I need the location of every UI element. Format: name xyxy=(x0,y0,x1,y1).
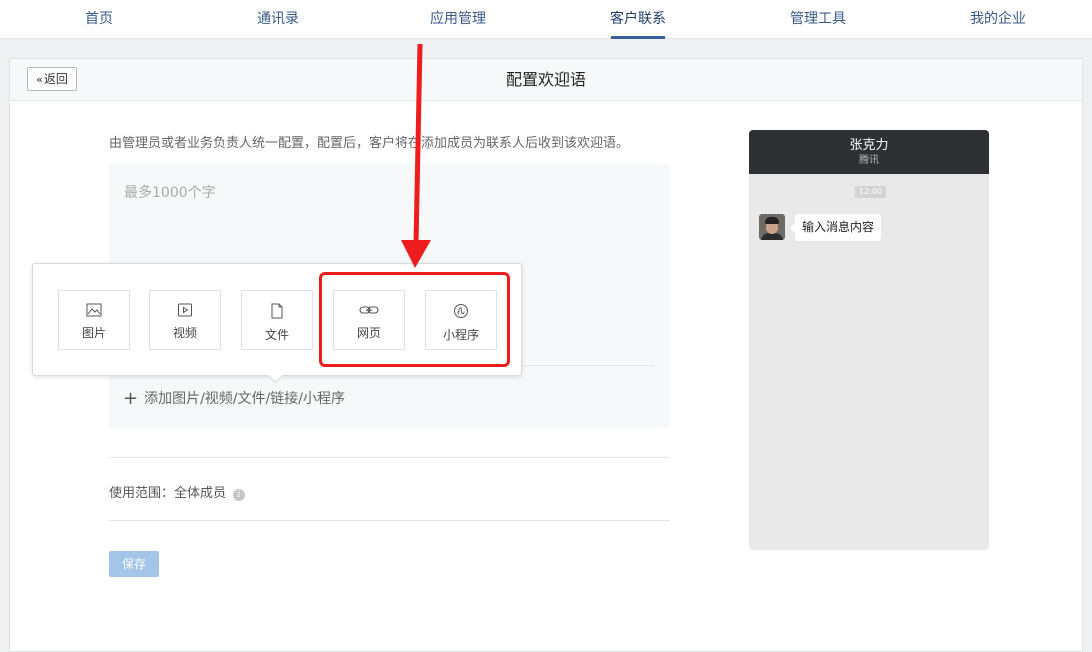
divider xyxy=(109,457,670,458)
contact-name: 张克力 xyxy=(849,138,889,153)
editor-placeholder: 最多1000个字 xyxy=(124,185,216,201)
nav-item-contacts[interactable]: 通讯录 xyxy=(218,0,338,39)
nav-item-app-management[interactable]: 应用管理 xyxy=(398,0,518,39)
double-chevron-left-icon: « xyxy=(36,73,43,86)
file-icon xyxy=(271,303,283,319)
attach-file-option[interactable]: 文件 xyxy=(241,290,313,350)
add-attachment-link[interactable]: + 添加图片/视频/文件/链接/小程序 xyxy=(123,388,345,409)
attach-image-label: 图片 xyxy=(81,326,106,340)
attach-image-option[interactable]: 图片 xyxy=(58,290,130,350)
back-button[interactable]: «返回 xyxy=(27,67,77,91)
usage-scope-label: 使用范围： xyxy=(109,486,175,501)
usage-scope-value: 全体成员 xyxy=(174,486,227,501)
attach-miniprogram-option[interactable]: 小程序 xyxy=(425,290,497,350)
video-icon xyxy=(178,303,192,317)
page-title: 配置欢迎语 xyxy=(505,70,586,89)
divider xyxy=(109,520,670,521)
attach-video-option[interactable]: 视频 xyxy=(149,290,221,350)
link-icon xyxy=(359,306,379,314)
top-navigation: 首页 通讯录 应用管理 客户联系 管理工具 我的企业 xyxy=(0,0,1092,39)
attach-miniprogram-label: 小程序 xyxy=(442,328,479,342)
attach-webpage-option[interactable]: 网页 xyxy=(333,290,405,350)
avatar xyxy=(759,214,785,240)
attach-file-label: 文件 xyxy=(264,328,289,342)
back-button-label: 返回 xyxy=(43,72,68,86)
info-icon[interactable]: i xyxy=(233,489,246,501)
chat-header: 张克力 腾讯 xyxy=(749,130,989,174)
usage-scope: 使用范围：全体成员 i xyxy=(109,482,246,501)
phone-preview: 张克力 腾讯 12:00 输入消息内容 xyxy=(749,130,989,550)
image-icon xyxy=(86,303,102,317)
attachment-popup: 图片 视频 文件 网页 小程序 xyxy=(32,263,522,376)
message-time: 12:00 xyxy=(855,186,887,198)
save-button[interactable]: 保存 xyxy=(109,551,159,577)
nav-item-my-enterprise[interactable]: 我的企业 xyxy=(938,0,1058,39)
attach-video-label: 视频 xyxy=(172,326,197,340)
contact-company: 腾讯 xyxy=(859,155,879,166)
panel-header: 配置欢迎语 «返回 xyxy=(10,59,1082,101)
nav-item-customer-contact[interactable]: 客户联系 xyxy=(578,0,698,39)
attach-webpage-label: 网页 xyxy=(356,326,381,340)
nav-item-management-tools[interactable]: 管理工具 xyxy=(758,0,878,39)
miniprogram-icon xyxy=(454,304,468,318)
plus-icon: + xyxy=(123,388,139,409)
welcome-description: 由管理员或者业务负责人统一配置，配置后，客户将在添加成员为联系人后收到该欢迎语。 xyxy=(109,136,630,151)
nav-item-home[interactable]: 首页 xyxy=(39,0,159,39)
message-bubble: 输入消息内容 xyxy=(789,214,882,241)
add-attachment-label: 添加图片/视频/文件/链接/小程序 xyxy=(144,391,345,407)
